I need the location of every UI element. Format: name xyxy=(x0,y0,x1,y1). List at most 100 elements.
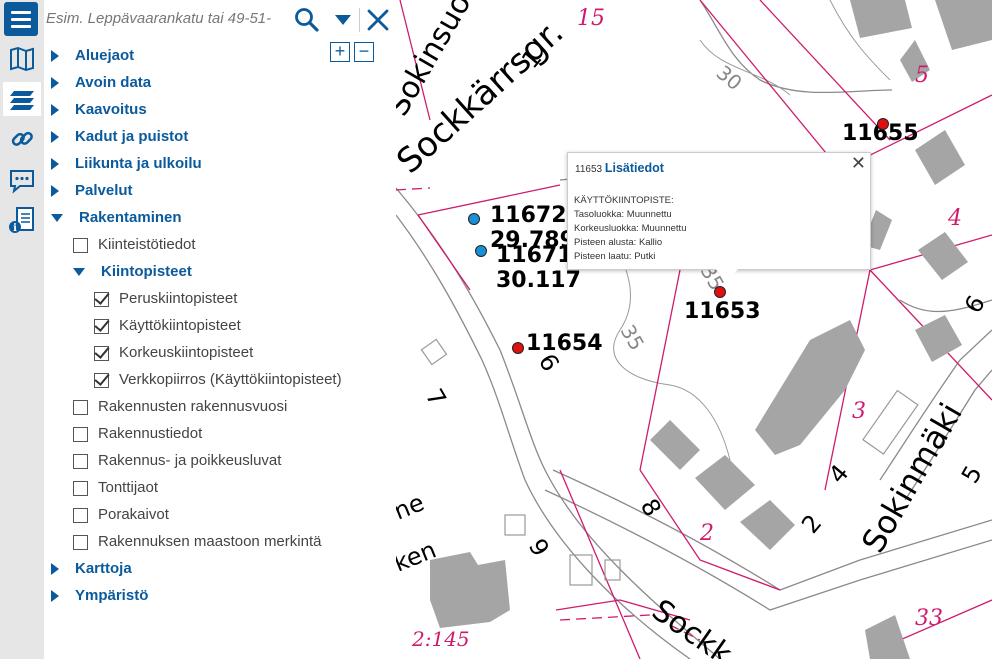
popup-detail-line: Tasoluokka: Muunnettu xyxy=(574,209,672,220)
popup-header: 11653 Lisätiedot xyxy=(575,161,664,175)
chevron-down-icon[interactable] xyxy=(330,6,356,34)
layer-item-rakennusten-rakennusvuosi[interactable]: Rakennusten rakennusvuosi xyxy=(73,393,287,420)
layer-group-label: Kiintopisteet xyxy=(101,263,192,280)
layer-item-verkkopiirros-kayttokiintopisteet[interactable]: Verkkopiirros (Käyttökiintopisteet) xyxy=(94,366,342,393)
svg-text:9: 9 xyxy=(523,534,555,561)
layer-label: Peruskiintopisteet xyxy=(119,290,238,307)
point-11654[interactable] xyxy=(512,342,524,354)
layer-label: Rakennustiedot xyxy=(98,425,203,442)
link-icon[interactable] xyxy=(7,124,37,154)
svg-text:33: 33 xyxy=(915,606,943,631)
layer-label: Verkkopiirros (Käyttökiintopisteet) xyxy=(119,371,342,388)
layer-group-label: Aluejaot xyxy=(75,47,135,64)
info-icon[interactable]: i xyxy=(7,205,37,235)
layers-icon[interactable] xyxy=(3,82,41,116)
layer-checkbox[interactable] xyxy=(73,534,88,550)
caret-down-icon[interactable] xyxy=(51,214,63,223)
caret-right-icon[interactable] xyxy=(51,185,59,198)
layer-item-rakennus-ja-poikkeusluvat[interactable]: Rakennus- ja poikkeusluvat xyxy=(73,447,281,474)
point-11672[interactable] xyxy=(468,213,480,225)
layer-checkbox[interactable] xyxy=(73,399,88,415)
layer-item-kayttokiintopisteet[interactable]: Käyttökiintopisteet xyxy=(94,312,241,339)
layer-item-kiinteistotiedot[interactable]: Kiinteistötiedot xyxy=(73,231,196,258)
layer-checkbox[interactable] xyxy=(73,426,88,442)
popup-close-button[interactable]: ✕ xyxy=(851,153,866,174)
svg-text:2: 2 xyxy=(699,521,714,546)
layer-group-label: Kaavoitus xyxy=(75,101,147,118)
svg-text:15: 15 xyxy=(577,6,605,31)
layer-item-porakaivot[interactable]: Porakaivot xyxy=(73,501,169,528)
close-icon[interactable] xyxy=(364,6,392,34)
layer-group-kaavoitus[interactable]: Kaavoitus xyxy=(51,96,147,123)
layer-label: Kiinteistötiedot xyxy=(98,236,196,253)
magnifier-icon[interactable] xyxy=(292,6,322,34)
caret-right-icon[interactable] xyxy=(51,158,59,171)
svg-text:2:145: 2:145 xyxy=(411,627,470,651)
svg-text:3: 3 xyxy=(852,399,866,424)
search-input[interactable]: Esim. Leppävaarankatu tai 49-51- xyxy=(46,4,296,34)
svg-text:11672: 11672 xyxy=(490,203,567,228)
collapse-all-button[interactable]: − xyxy=(354,42,374,62)
layer-checkbox[interactable] xyxy=(73,453,88,469)
point-11655[interactable] xyxy=(877,118,889,130)
popup-detail-line: KÄYTTÖKIINTOPISTE: xyxy=(574,195,674,206)
layer-group-kiintopisteet[interactable]: Kiintopisteet xyxy=(73,258,192,285)
point-11653[interactable] xyxy=(714,286,726,298)
caret-right-icon[interactable] xyxy=(51,50,59,63)
caret-right-icon[interactable] xyxy=(51,590,59,603)
layer-item-tonttijaot[interactable]: Tonttijaot xyxy=(73,474,158,501)
layer-group-liikunta-ja-ulkoilu[interactable]: Liikunta ja ulkoilu xyxy=(51,150,202,177)
map-icon[interactable] xyxy=(7,44,37,74)
layer-group-karttoja[interactable]: Karttoja xyxy=(51,555,132,582)
street-label-sokinmaki: Sokinmäki xyxy=(854,396,970,559)
svg-text:5: 5 xyxy=(915,63,929,88)
feedback-icon[interactable] xyxy=(7,166,37,196)
layer-checkbox[interactable] xyxy=(73,507,88,523)
point-11671[interactable] xyxy=(475,245,487,257)
layer-checkbox[interactable] xyxy=(94,318,109,334)
popup-point-id: 11653 xyxy=(575,164,603,175)
layer-label: Korkeuskiintopisteet xyxy=(119,344,254,361)
popup-title-link[interactable]: Lisätiedot xyxy=(605,161,664,175)
layer-group-kadut-ja-puistot[interactable]: Kadut ja puistot xyxy=(51,123,188,150)
layer-group-ymparisto[interactable]: Ympäristö xyxy=(51,582,148,609)
caret-right-icon[interactable] xyxy=(51,563,59,576)
caret-right-icon[interactable] xyxy=(51,104,59,117)
layer-group-aluejaot[interactable]: Aluejaot xyxy=(51,42,134,69)
layer-checkbox[interactable] xyxy=(73,237,88,253)
layer-checkbox[interactable] xyxy=(73,480,88,496)
svg-text:6: 6 xyxy=(959,291,991,318)
popup-detail-line: Pisteen alusta: Kallio xyxy=(574,237,663,248)
caret-down-icon[interactable] xyxy=(73,268,85,277)
layer-item-rakennuksen-maastoon-merkinta[interactable]: Rakennuksen maastoon merkintä xyxy=(73,528,321,555)
layer-group-label: Avoin data xyxy=(75,74,152,91)
info-popup: 11653 Lisätiedot ✕ KÄYTTÖKIINTOPISTE: Ta… xyxy=(567,152,871,281)
popup-detail-line: Korkeusluokka: Muunnettu xyxy=(574,223,687,234)
sidebar-icon-strip: i xyxy=(0,0,44,659)
hamburger-menu-icon[interactable] xyxy=(4,2,38,36)
svg-text:4: 4 xyxy=(823,459,854,489)
layer-checkbox[interactable] xyxy=(94,372,109,388)
layer-item-peruskiintopisteet[interactable]: Peruskiintopisteet xyxy=(94,285,237,312)
layer-group-rakentaminen[interactable]: Rakentaminen xyxy=(51,204,182,231)
expand-all-button[interactable]: + xyxy=(330,42,350,62)
caret-right-icon[interactable] xyxy=(51,131,59,144)
layer-group-label: Liikunta ja ulkoilu xyxy=(75,155,202,172)
svg-text:35: 35 xyxy=(616,321,650,355)
popup-detail-line: Pisteen laatu: Putki xyxy=(574,251,656,262)
layer-label: Rakennus- ja poikkeusluvat xyxy=(98,452,282,469)
layer-item-korkeuskiintopisteet[interactable]: Korkeuskiintopisteet xyxy=(94,339,253,366)
buildings xyxy=(430,0,992,659)
svg-text:30.117: 30.117 xyxy=(496,268,581,293)
layer-checkbox[interactable] xyxy=(94,291,109,307)
layer-label: Rakennuksen maastoon merkintä xyxy=(98,533,322,550)
layer-item-rakennustiedot[interactable]: Rakennustiedot xyxy=(73,420,202,447)
layer-group-label: Ympäristö xyxy=(75,587,149,604)
layer-group-palvelut[interactable]: Palvelut xyxy=(51,177,133,204)
layer-group-avoin-data[interactable]: Avoin data xyxy=(51,69,151,96)
svg-text:11653: 11653 xyxy=(684,299,761,324)
layer-checkbox[interactable] xyxy=(94,345,109,361)
caret-right-icon[interactable] xyxy=(51,77,59,90)
svg-text:11671: 11671 xyxy=(496,243,573,268)
layer-label: Rakennusten rakennusvuosi xyxy=(98,398,288,415)
